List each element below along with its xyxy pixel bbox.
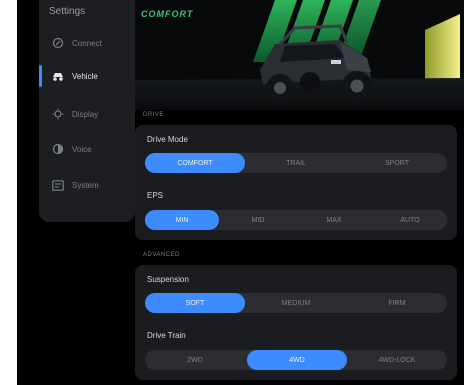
suspension-soft[interactable]: SOFT bbox=[145, 293, 245, 313]
sidebar-item-display[interactable]: Display bbox=[39, 103, 135, 125]
eps-min[interactable]: MIN bbox=[145, 210, 219, 230]
suspension-title: Suspension bbox=[147, 275, 189, 284]
drive-train-4wd[interactable]: 4WD bbox=[247, 350, 347, 370]
drive-train-2wd[interactable]: 2WD bbox=[145, 350, 245, 370]
system-icon bbox=[51, 178, 65, 192]
drive-train-selector: 2WD 4WD 4WD-LOCK bbox=[145, 350, 447, 370]
drive-mode-trail[interactable]: TRAIL bbox=[245, 153, 347, 173]
connect-icon bbox=[51, 36, 65, 50]
active-indicator bbox=[39, 65, 42, 87]
advanced-settings-card: Suspension SOFT MEDIUM FIRM Drive Train … bbox=[135, 265, 457, 380]
brand-logo-text: COMFORT bbox=[141, 9, 194, 19]
eps-selector: MIN MID MAX AUTO bbox=[145, 210, 447, 230]
eps-max[interactable]: MAX bbox=[297, 210, 371, 230]
sidebar-item-label: Connect bbox=[72, 38, 102, 48]
eps-auto[interactable]: AUTO bbox=[373, 210, 447, 230]
sidebar-item-system[interactable]: System bbox=[39, 174, 135, 196]
sidebar-item-voice[interactable]: Voice bbox=[39, 138, 135, 160]
suspension-firm[interactable]: FIRM bbox=[347, 293, 447, 313]
sidebar-item-vehicle[interactable]: Vehicle bbox=[39, 65, 135, 87]
sidebar-item-connect[interactable]: Connect bbox=[39, 32, 135, 54]
sidebar-title: Settings bbox=[49, 6, 86, 17]
suspension-medium[interactable]: MEDIUM bbox=[245, 293, 347, 313]
app-frame: Settings Connect Vehicle Display Voice S… bbox=[17, 0, 464, 385]
drive-mode-sport[interactable]: SPORT bbox=[347, 153, 447, 173]
section-label-drive: DRIVE bbox=[143, 112, 164, 118]
drive-mode-selector: COMFORT TRAIL SPORT bbox=[145, 153, 447, 173]
vehicle-icon bbox=[51, 69, 65, 83]
drive-settings-card: Drive Mode COMFORT TRAIL SPORT EPS MIN M… bbox=[135, 125, 457, 240]
section-label-advanced: ADVANCED bbox=[143, 252, 180, 258]
suspension-selector: SOFT MEDIUM FIRM bbox=[145, 293, 447, 313]
vehicle-hero: COMFORT bbox=[135, 0, 464, 110]
display-icon bbox=[51, 107, 65, 121]
voice-icon bbox=[51, 142, 65, 156]
sidebar-item-label: Voice bbox=[72, 144, 92, 154]
drive-mode-title: Drive Mode bbox=[147, 135, 188, 144]
eps-title: EPS bbox=[147, 191, 164, 200]
drive-mode-comfort[interactable]: COMFORT bbox=[145, 153, 245, 173]
sidebar-item-label: System bbox=[72, 180, 99, 190]
drive-train-title: Drive Train bbox=[147, 331, 186, 340]
sidebar-item-label: Display bbox=[72, 109, 99, 119]
sidebar-item-label: Vehicle bbox=[72, 71, 98, 81]
settings-sidebar: Settings Connect Vehicle Display Voice S… bbox=[39, 0, 135, 222]
eps-mid[interactable]: MID bbox=[221, 210, 295, 230]
drive-train-4wd-lock[interactable]: 4WD-LOCK bbox=[347, 350, 447, 370]
